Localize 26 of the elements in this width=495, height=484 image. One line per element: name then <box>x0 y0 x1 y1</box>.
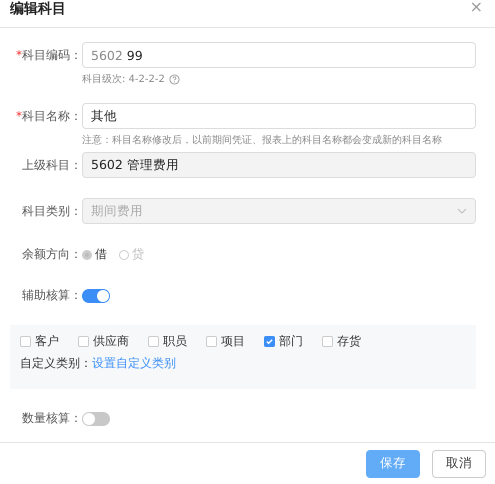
radio-option[interactable]: 借 <box>82 246 107 263</box>
input-field[interactable]: 其他 <box>82 103 476 129</box>
field-label: 自定义类别： <box>20 356 92 370</box>
toggle-switch[interactable] <box>82 412 110 426</box>
field-label: 余额方向： <box>21 246 82 263</box>
field-label: 上级科目： <box>21 156 82 174</box>
checkbox-option[interactable]: 存货 <box>322 333 361 350</box>
field-label: 科目类别： <box>21 202 82 220</box>
field-label: *科目编码： <box>15 46 82 64</box>
checkbox-option[interactable]: 项目 <box>206 333 245 350</box>
hint-text: 科目级次: 4-2-2-2 <box>82 72 165 86</box>
cancel-button[interactable]: 取消 <box>432 450 486 478</box>
dialog-title: 编辑科目 <box>10 1 66 17</box>
input-field[interactable]: 5602 99 <box>82 42 476 68</box>
check-icon <box>265 337 274 346</box>
checkbox-option[interactable]: 职员 <box>148 333 187 350</box>
help-icon[interactable] <box>168 74 180 84</box>
field-label: 辅助核算： <box>21 287 82 304</box>
toggle-switch[interactable] <box>82 288 110 302</box>
field-label: 数量核算： <box>21 410 82 427</box>
chevron-down-icon <box>457 208 467 214</box>
checkbox-option[interactable]: 供应商 <box>78 333 129 350</box>
notice-text: 注意：科目名称修改后，以前期间凭证、报表上的科目名称都会变成新的科目名称 <box>82 134 442 147</box>
checkbox-option[interactable]: 部门 <box>264 333 303 350</box>
field-label: *科目名称： <box>15 108 82 124</box>
checkbox-option[interactable]: 客户 <box>20 333 59 350</box>
